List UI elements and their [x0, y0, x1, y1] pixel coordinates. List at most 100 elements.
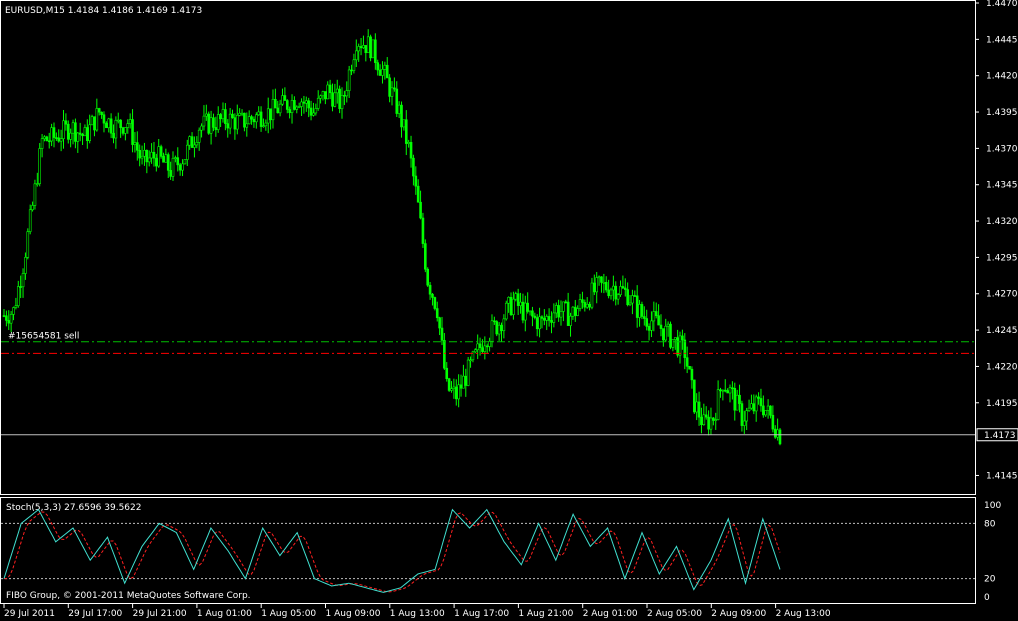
- candle-body: [778, 429, 782, 445]
- candle-body: [174, 157, 177, 159]
- candle-body: [752, 403, 756, 412]
- candle-body: [726, 390, 729, 394]
- candle-body: [671, 339, 675, 348]
- price-tick-label: 1.4195: [986, 399, 1018, 409]
- candle-body: [766, 405, 770, 411]
- candle-body: [31, 205, 34, 211]
- candle-body: [100, 111, 103, 116]
- time-tick-label: 29 Jul 2011: [4, 609, 55, 619]
- candle-body: [566, 301, 570, 326]
- candle-body: [136, 142, 139, 151]
- candle-body: [333, 92, 337, 107]
- candle-body: [590, 282, 594, 308]
- candle-body: [376, 62, 380, 71]
- trading-chart[interactable]: #15654581 sell EURUSD,M15 1.4184 1.4186 …: [0, 0, 1018, 621]
- candle-body: [264, 122, 268, 127]
- candle-body: [397, 104, 401, 114]
- candle-body: [190, 136, 194, 148]
- candle-body: [26, 231, 30, 258]
- candle-body: [426, 268, 430, 286]
- candle-body: [747, 407, 751, 411]
- candle-body: [773, 428, 777, 438]
- price-tick-label: 1.4245: [986, 326, 1018, 336]
- candle-body: [340, 95, 344, 109]
- time-tick-label: 29 Jul 17:00: [68, 609, 122, 619]
- candle-body: [464, 375, 468, 386]
- candle-body: [55, 137, 58, 139]
- candle-body: [293, 100, 296, 110]
- candle-body: [285, 100, 289, 110]
- price-tick-label: 1.4395: [986, 108, 1018, 118]
- candle-body: [707, 416, 710, 430]
- candle-body: [352, 59, 356, 71]
- candle-body: [709, 417, 713, 430]
- candle-body: [209, 117, 213, 134]
- candle-body: [176, 157, 180, 166]
- candle-body: [776, 429, 779, 438]
- price-tick-label: 1.4145: [986, 471, 1018, 481]
- candle-body: [250, 116, 253, 120]
- candle-body: [664, 325, 668, 341]
- price-pane-frame: [0, 0, 976, 495]
- candle-body: [288, 109, 291, 113]
- candle-body: [433, 297, 437, 309]
- candle-body: [133, 142, 137, 145]
- candle-body: [723, 389, 727, 392]
- candle-body: [462, 375, 465, 389]
- candle-body: [69, 132, 72, 140]
- candle-body: [74, 122, 77, 142]
- candle-body: [685, 357, 689, 367]
- order-label: #15654581 sell: [8, 332, 79, 342]
- candle-body: [512, 298, 515, 315]
- candle-body: [643, 316, 646, 319]
- candle-body: [24, 257, 27, 274]
- candle-body: [238, 112, 241, 116]
- candle-body: [623, 287, 627, 290]
- candle-body: [40, 138, 44, 149]
- candle-body: [600, 276, 603, 283]
- candle-body: [350, 69, 353, 72]
- candle-body: [545, 316, 549, 321]
- candle-body: [407, 142, 410, 144]
- candle-body: [112, 132, 115, 139]
- price-tick-label: 1.4370: [986, 144, 1018, 154]
- candle-body: [585, 303, 589, 308]
- candle-body: [62, 120, 65, 139]
- candle-body: [295, 106, 299, 110]
- candle-body: [235, 115, 239, 130]
- candle-body: [681, 335, 684, 341]
- candle-body: [614, 285, 618, 300]
- candle-body: [769, 405, 772, 416]
- candle-body: [645, 318, 648, 327]
- candle-body: [276, 107, 280, 114]
- candle-body: [214, 127, 218, 130]
- candle-body: [128, 119, 132, 124]
- candle-body: [71, 122, 75, 134]
- candle-body: [428, 284, 432, 295]
- candle-body: [257, 111, 260, 116]
- candle-body: [652, 311, 656, 322]
- candle-body: [493, 320, 496, 323]
- candle-body: [669, 323, 672, 348]
- candle-body: [476, 343, 479, 351]
- candle-body: [740, 403, 744, 426]
- candle-body: [259, 111, 263, 127]
- candle-body: [502, 318, 506, 332]
- time-tick-label: 1 Aug 01:00: [197, 609, 252, 619]
- candle-body: [274, 99, 277, 109]
- candle-body: [371, 39, 375, 59]
- candle-body: [733, 388, 737, 411]
- candle-body: [702, 414, 706, 425]
- candle-body: [119, 119, 122, 128]
- candle-body: [88, 124, 91, 141]
- candle-body: [400, 104, 403, 128]
- candle-body: [516, 293, 520, 306]
- candle-body: [155, 157, 158, 167]
- candle-body: [45, 136, 49, 142]
- candle-body: [538, 316, 541, 330]
- candle-body: [335, 88, 339, 94]
- candle-body: [207, 113, 211, 134]
- candle-body: [673, 337, 677, 340]
- candle-body: [640, 304, 644, 317]
- candle-body: [52, 127, 56, 138]
